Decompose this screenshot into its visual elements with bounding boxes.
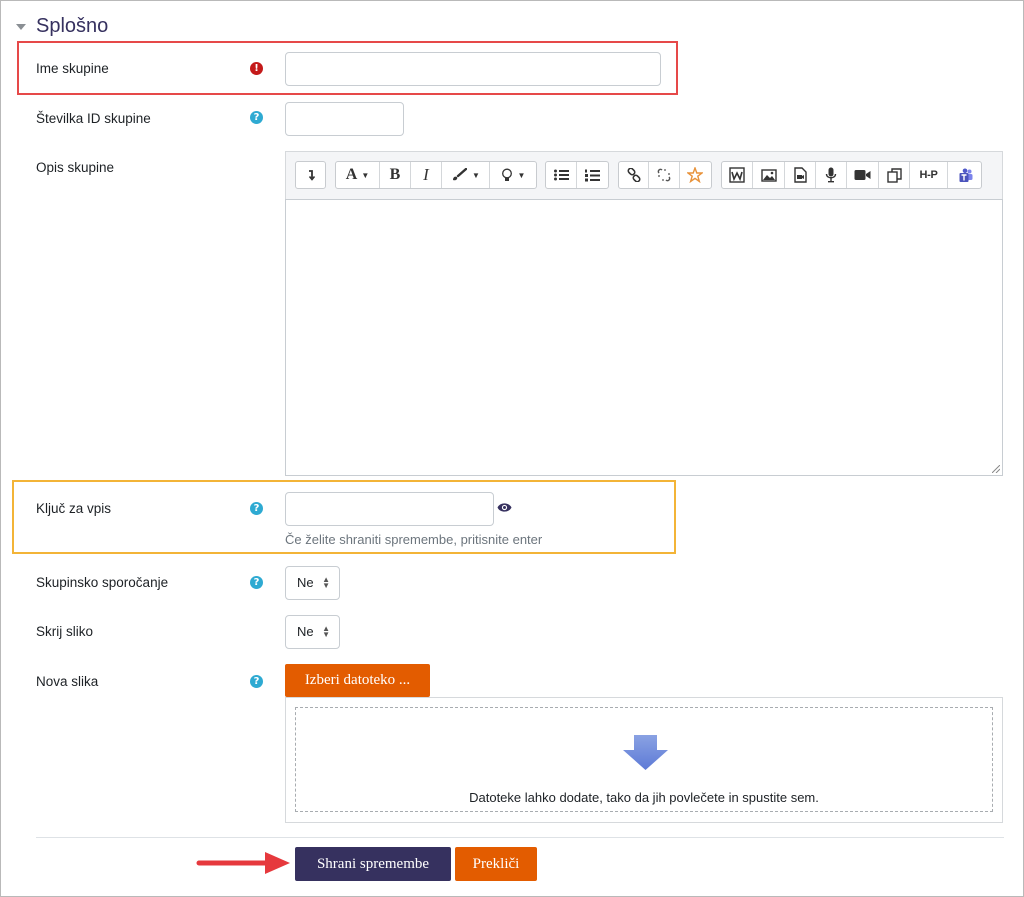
numbered-list-icon [585,169,600,181]
help-icon[interactable]: ? [250,576,263,589]
lightbulb-icon [501,168,512,181]
record-audio-button[interactable] [816,162,847,188]
numbered-list-button[interactable] [577,162,608,188]
bold-button[interactable]: B [380,162,411,188]
star-anchor-icon [687,167,704,183]
manage-files-button[interactable] [879,162,910,188]
drop-instructions: Datoteke lahko dodate, tako da jih povle… [469,790,819,805]
word-paste-button[interactable] [722,162,753,188]
teams-meeting-button[interactable] [948,162,981,188]
save-changes-button[interactable]: Shrani spremembe [295,847,451,881]
group-messaging-value: Ne [297,575,314,590]
enrolment-key-hint: Če želite shraniti spremembe, pritisnite… [285,532,543,547]
help-icon[interactable]: ? [250,675,263,688]
arrow-down-icon [308,170,315,181]
cancel-button[interactable]: Prekliči [455,847,537,881]
video-camera-icon [854,170,871,180]
image-icon [760,168,777,182]
unlink-icon [657,168,671,182]
drop-arrow-down-icon [623,735,668,770]
link-icon [627,168,641,182]
choose-file-button[interactable]: Izberi datoteko ... [285,664,430,697]
group-name-label: Ime skupine [36,61,109,76]
toolbar-group-collapse [295,161,326,189]
required-icon: ! [250,62,263,75]
select-caret-icon: ▲ ▼ [322,624,330,639]
toolbar-group-media: H-P [721,161,982,189]
color-button[interactable]: ▼ [442,162,490,188]
link-button[interactable] [619,162,650,188]
font-style-button[interactable]: A ▼ [336,162,380,188]
h5p-button[interactable]: H-P [910,162,948,188]
word-icon [729,167,745,183]
group-messaging-label: Skupinsko sporočanje [36,575,169,590]
paintbrush-icon [453,168,468,181]
file-video-icon [793,167,807,183]
form-divider [36,837,1004,838]
reveal-eye-icon[interactable] [497,502,512,513]
help-icon[interactable]: ? [250,502,263,515]
section-title[interactable]: Splošno [36,15,108,38]
annotation-arrow-icon [196,852,290,874]
toolbar-group-links [618,161,712,189]
description-editor[interactable] [285,199,1003,476]
select-caret-icon: ▲ ▼ [322,575,330,590]
help-icon[interactable]: ? [250,111,263,124]
dropdown-caret-icon: ▼ [472,170,480,180]
group-name-input[interactable] [285,52,661,86]
unlink-button[interactable] [649,162,680,188]
hide-picture-label: Skrij sliko [36,624,94,639]
bullet-list-icon [553,169,569,181]
record-video-button[interactable] [847,162,879,188]
h5p-icon: H-P [919,169,938,181]
microphone-icon [825,167,837,183]
group-messaging-select[interactable]: Ne ▲ ▼ [285,566,340,600]
resize-handle-icon[interactable] [992,465,1000,473]
id-number-input[interactable] [285,102,404,136]
enrolment-key-input[interactable] [285,492,494,526]
teams-icon [959,168,972,182]
copy-files-icon [886,167,902,183]
hide-picture-value: Ne [297,624,314,639]
id-number-label: Številka ID skupine [36,111,151,126]
new-picture-label: Nova slika [36,674,99,689]
hide-picture-select[interactable]: Ne ▲ ▼ [285,615,340,649]
bullet-list-button[interactable] [546,162,577,188]
font-style-label: A [345,166,358,183]
dropdown-caret-icon: ▼ [361,170,370,180]
accessibility-button[interactable]: ▼ [490,162,536,188]
italic-button[interactable]: I [411,162,442,188]
anchor-button[interactable] [680,162,711,188]
collapse-chevron-icon[interactable] [16,24,26,30]
media-button[interactable] [785,162,816,188]
description-label: Opis skupine [36,160,115,175]
image-button[interactable] [753,162,785,188]
editor-toolbar: A ▼ B I ▼ ▼ H-P [285,151,1003,199]
dropdown-caret-icon: ▼ [517,170,526,180]
enrolment-key-label: Ključ za vpis [36,501,112,516]
show-more-buttons[interactable] [296,162,325,188]
toolbar-group-style: A ▼ B I ▼ ▼ [335,161,537,189]
toolbar-group-lists [545,161,609,189]
